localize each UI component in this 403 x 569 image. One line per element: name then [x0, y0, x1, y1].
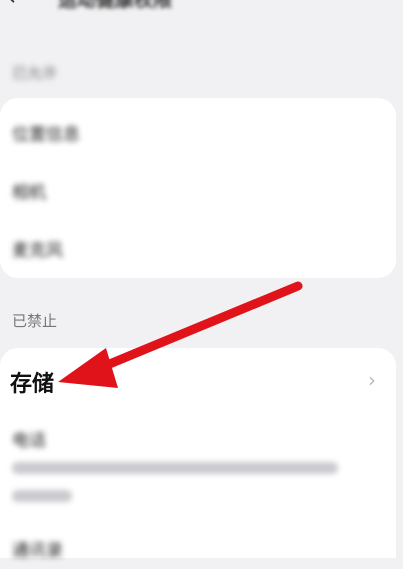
description-line	[12, 490, 72, 502]
section-label-allowed: 已允许	[12, 64, 58, 82]
list-item-allowed-3[interactable]: 麦克风	[12, 236, 63, 261]
list-item-phone[interactable]: 电话	[12, 426, 46, 451]
list-item-allowed-2[interactable]: 相机	[12, 178, 46, 203]
chevron-right-icon: ›	[368, 368, 376, 392]
description-line	[12, 462, 338, 474]
app-header: ← 运动健康权限	[0, 0, 403, 18]
list-item-allowed-1[interactable]: 位置信息	[12, 120, 80, 145]
list-item-storage[interactable]: 存储	[10, 366, 54, 398]
page-title: 运动健康权限	[58, 0, 173, 11]
section-label-forbidden: 已禁止	[12, 312, 58, 330]
forbidden-permissions-card	[0, 348, 396, 558]
back-arrow-icon[interactable]: ←	[8, 0, 34, 10]
list-item-contacts[interactable]: 通讯录	[12, 536, 63, 561]
allowed-permissions-card: 位置信息 相机 麦克风	[0, 98, 396, 278]
